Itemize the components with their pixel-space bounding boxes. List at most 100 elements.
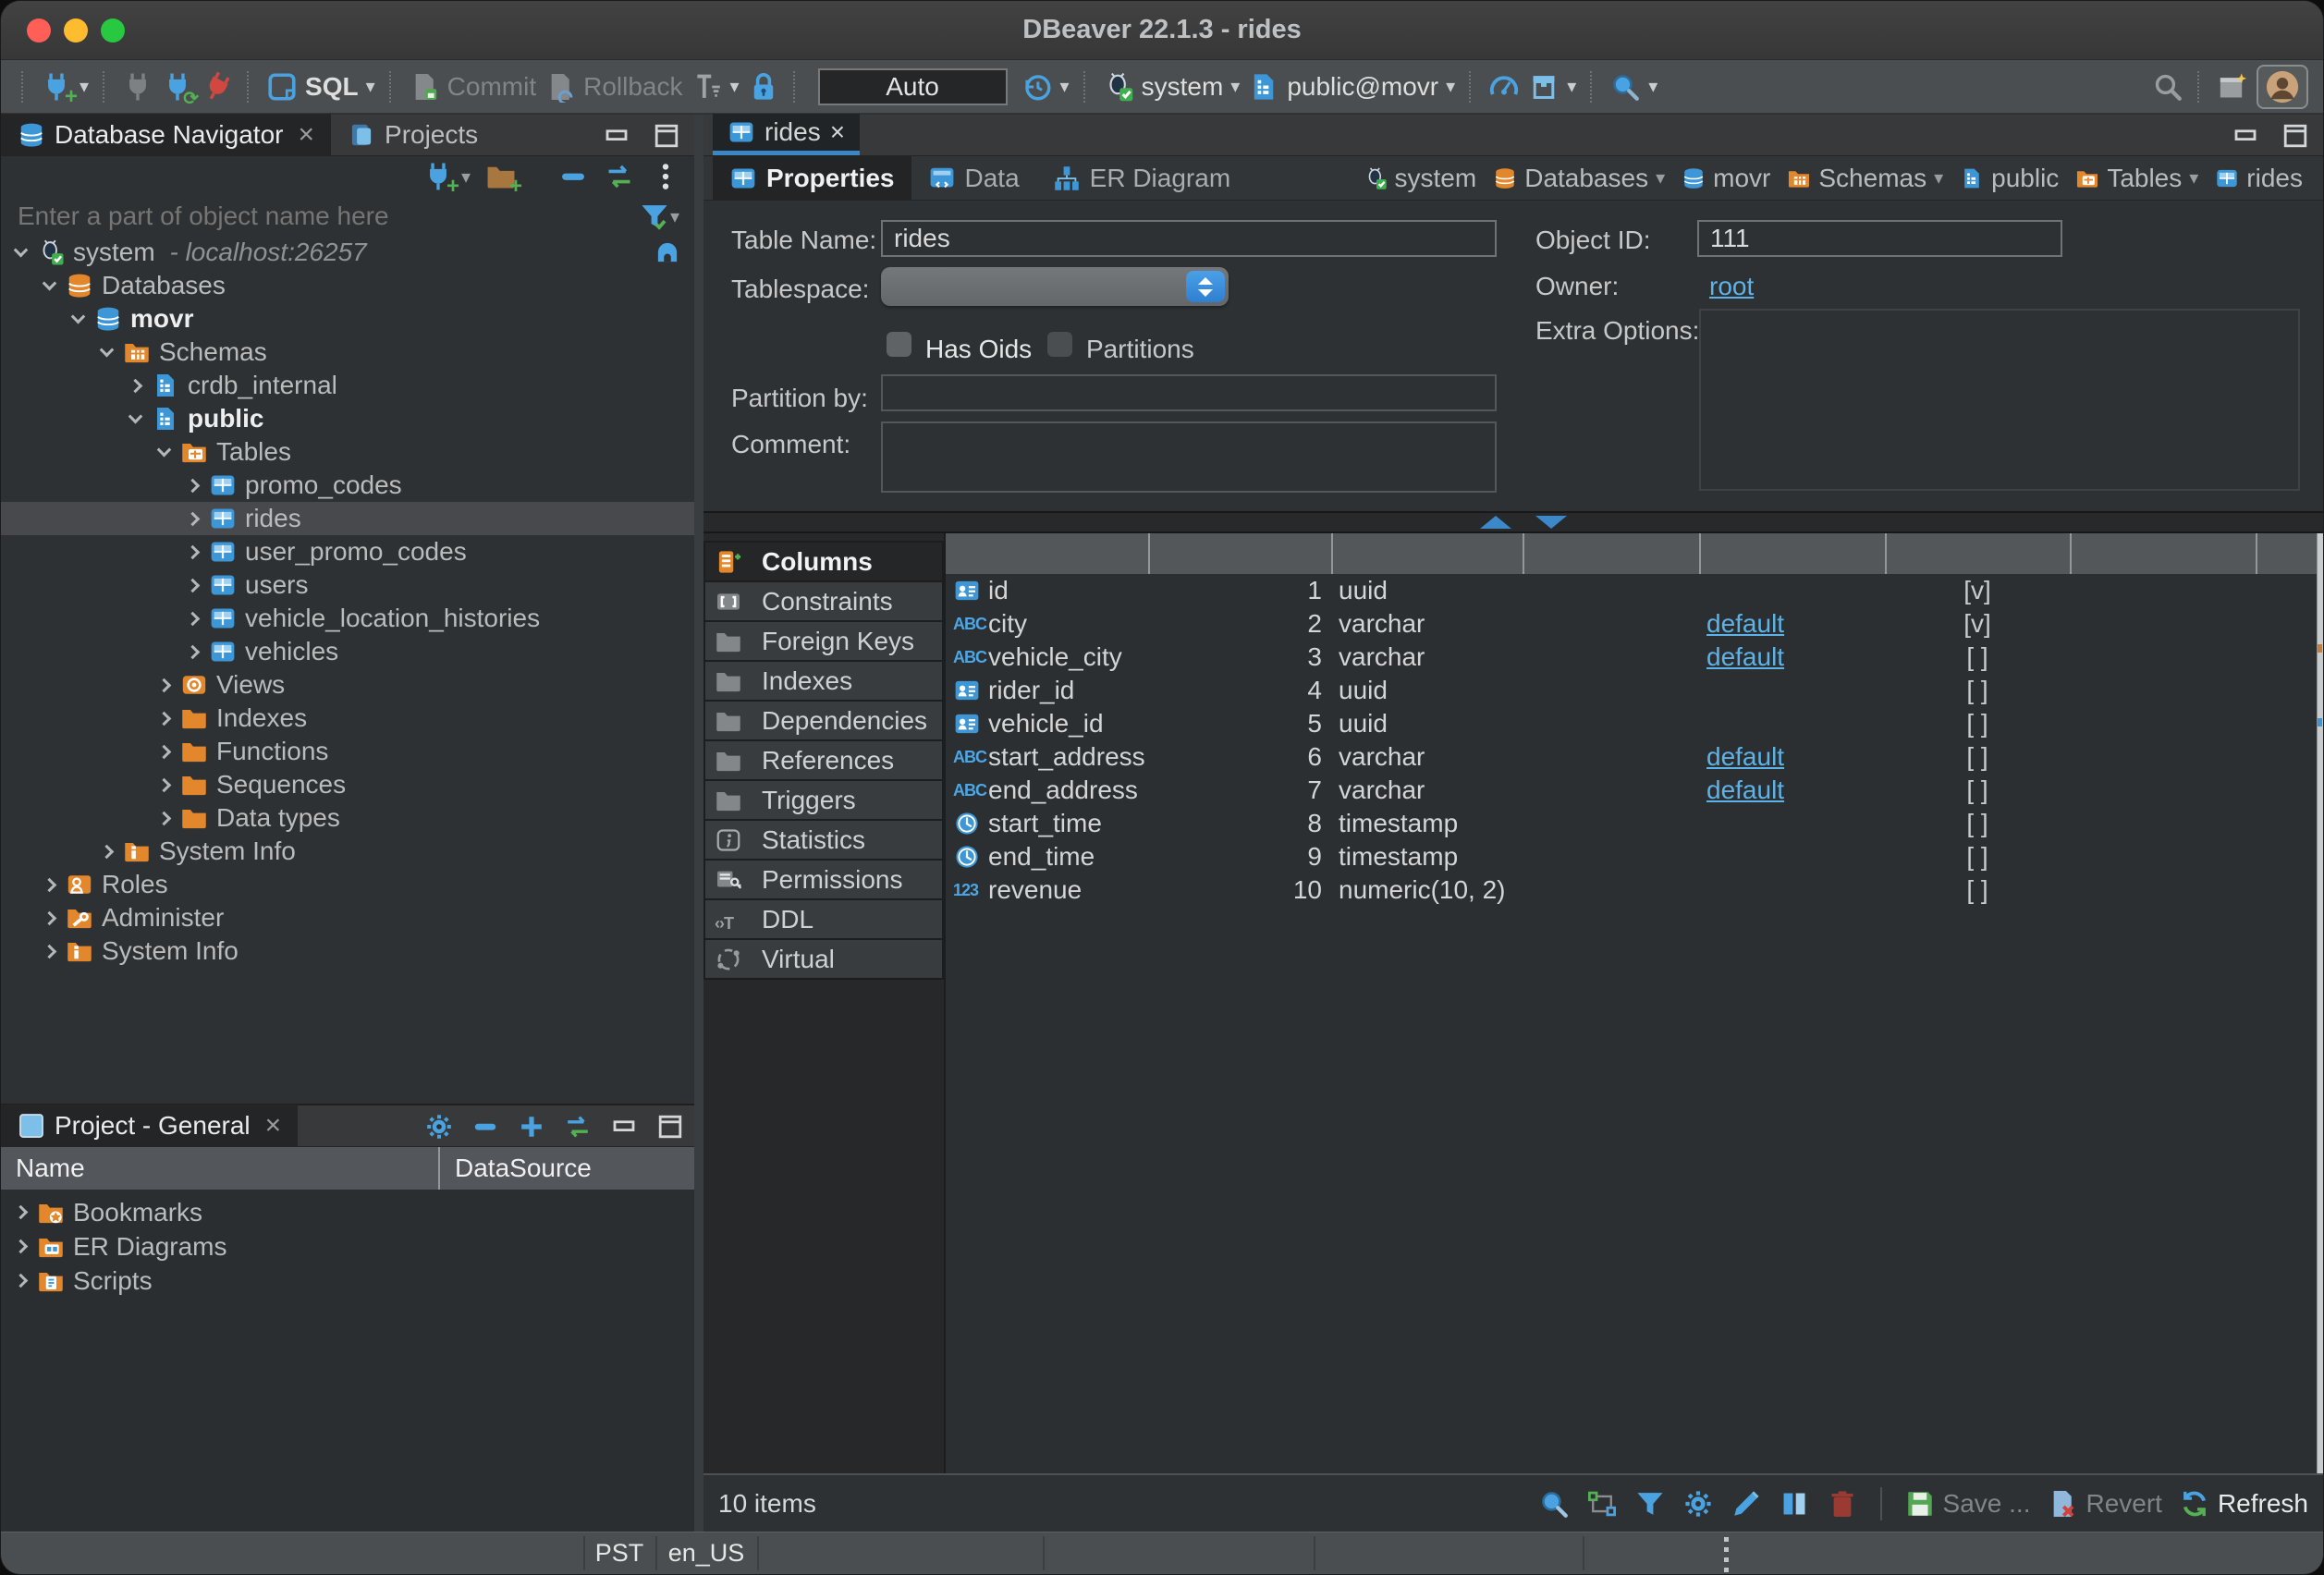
tab-database-navigator[interactable]: Database Navigator × [1,114,331,155]
table-row[interactable]: rider_id 4 uuid [ ] [946,674,2323,707]
breadcrumb-item[interactable]: Schemas ▾ [1787,164,1943,193]
chevron-icon[interactable] [14,242,29,257]
edit-pencil-icon[interactable] [1731,1488,1762,1520]
chevron-down-icon[interactable]: ▾ [1656,166,1665,189]
table-row[interactable]: id 1 uuid [v] [946,574,2323,607]
chevron-icon[interactable] [157,678,172,692]
maximize-panel-icon[interactable] [655,1112,685,1142]
table-row[interactable]: vehicle_id 5 uuid [ ] [946,707,2323,740]
tree-item[interactable]: Roles [1,868,694,901]
has-oids-checkbox[interactable] [887,332,911,357]
tree-item[interactable]: vehicle_location_histories [1,602,694,635]
close-tab-icon[interactable]: × [265,1110,282,1142]
metadata-search-button[interactable]: ▾ [1609,71,1657,103]
timezone-indicator[interactable]: PST [583,1532,655,1574]
collapse-all-icon[interactable] [471,1112,500,1142]
tree-item[interactable]: system - localhost:26257 [1,236,694,269]
find-icon[interactable] [1538,1488,1570,1520]
chevron-down-icon[interactable]: ▾ [2189,166,2198,189]
grid-column-header[interactable] [1885,533,2070,574]
tree-item[interactable]: Indexes [1,702,694,735]
minimize-panel-icon[interactable] [602,121,631,151]
chevron-icon[interactable] [128,378,143,393]
breadcrumb-item[interactable]: rides [2215,164,2303,193]
filter-icon[interactable] [1634,1488,1666,1520]
close-tab-icon[interactable]: × [830,117,845,147]
chevron-icon[interactable] [100,342,115,357]
delete-trash-icon[interactable] [1827,1488,1858,1520]
new-connection-button[interactable]: + ▾ [41,71,89,103]
column-not-null[interactable]: [ ] [1885,676,2070,705]
grid-column-header[interactable] [1699,533,1885,574]
tablespace-select[interactable] [881,267,1229,306]
maximize-panel-icon[interactable] [2281,121,2310,151]
chevron-icon[interactable] [157,777,172,792]
chevron-down-icon[interactable]: ▾ [1934,166,1943,189]
chevron-icon[interactable] [43,275,57,290]
new-folder-icon[interactable]: + [485,161,517,192]
commit-button[interactable]: Commit [409,71,536,103]
object-id-field[interactable]: 111 [1697,220,2062,257]
disconnect-icon[interactable] [196,66,239,108]
filter-funnel-icon[interactable] [639,201,670,232]
chevron-icon[interactable] [157,711,172,726]
breadcrumb-item[interactable]: Tables ▾ [2075,164,2198,193]
editor-tab-rides[interactable]: rides × [713,114,860,155]
chevron-icon[interactable] [186,544,201,559]
section-tab[interactable]: Permissions [703,859,944,900]
tree-item[interactable]: System Info [1,934,694,968]
user-avatar[interactable] [2257,65,2308,109]
tree-item[interactable]: crdb_internal [1,369,694,402]
grid-column-header[interactable] [2256,533,2323,574]
grid-column-header[interactable] [1523,533,1699,574]
tree-item[interactable]: vehicles [1,635,694,668]
statusbar-drag-handle[interactable] [1724,1537,1729,1574]
column-not-null[interactable]: [ ] [1885,842,2070,872]
view-menu-icon[interactable] [650,161,681,192]
chevron-icon[interactable] [100,844,115,859]
sql-editor-button[interactable]: SQL▾ [266,71,375,103]
section-tab[interactable]: Statistics [703,819,944,861]
transaction-mode-button[interactable]: ▾ [691,71,740,103]
tree-item[interactable]: Administer [1,901,694,934]
settings-gear-icon[interactable] [1682,1488,1714,1520]
gear-icon[interactable] [424,1112,454,1142]
chevron-icon[interactable] [71,309,86,324]
maximize-panel-icon[interactable] [652,121,681,151]
data-transfer-button[interactable]: ▾ [1528,71,1576,103]
tree-item[interactable]: Views [1,668,694,702]
column-not-null[interactable]: [ ] [1885,742,2070,772]
chevron-icon[interactable] [14,1274,29,1288]
chevron-icon[interactable] [157,744,172,759]
collation-link[interactable]: default [1706,775,1784,805]
tree-item[interactable]: rides [1,502,694,535]
table-row[interactable]: ABCstart_address 6 varchar default [ ] [946,740,2323,774]
active-connection-selector[interactable]: system▾ [1103,71,1241,103]
rollback-button[interactable]: Rollback [544,71,682,103]
tree-item[interactable]: System Info [1,835,694,868]
tree-item[interactable]: Databases [1,269,694,302]
chevron-icon[interactable] [186,644,201,659]
grid-column-header[interactable] [946,533,1148,574]
tree-item[interactable]: Functions [1,735,694,768]
tree-item[interactable]: public [1,402,694,435]
tree-item[interactable]: user_promo_codes [1,535,694,568]
extra-options-area[interactable] [1699,309,2300,491]
reconnect-icon[interactable]: ⟳ [162,71,193,103]
project-tree-item[interactable]: Scripts [1,1264,694,1298]
open-perspective-icon[interactable] [2217,71,2248,103]
collapse-all-icon[interactable] [557,161,589,192]
column-not-null[interactable]: [ ] [1885,642,2070,672]
breadcrumb-item[interactable]: movr [1682,164,1770,193]
chevron-icon[interactable] [186,611,201,626]
collation-link[interactable]: default [1706,609,1784,639]
commit-mode-combo[interactable]: Auto [818,68,1008,105]
chevron-icon[interactable] [186,511,201,526]
grid-column-header[interactable] [2070,533,2256,574]
new-connection-toolbar-button[interactable]: + ▾ [422,161,471,192]
tab-project-general[interactable]: Project - General × [1,1105,298,1146]
column-not-null[interactable]: [v] [1885,576,2070,605]
chevron-icon[interactable] [128,409,143,423]
table-name-field[interactable]: rides [881,220,1497,257]
section-tab[interactable]: Columns [703,541,944,582]
